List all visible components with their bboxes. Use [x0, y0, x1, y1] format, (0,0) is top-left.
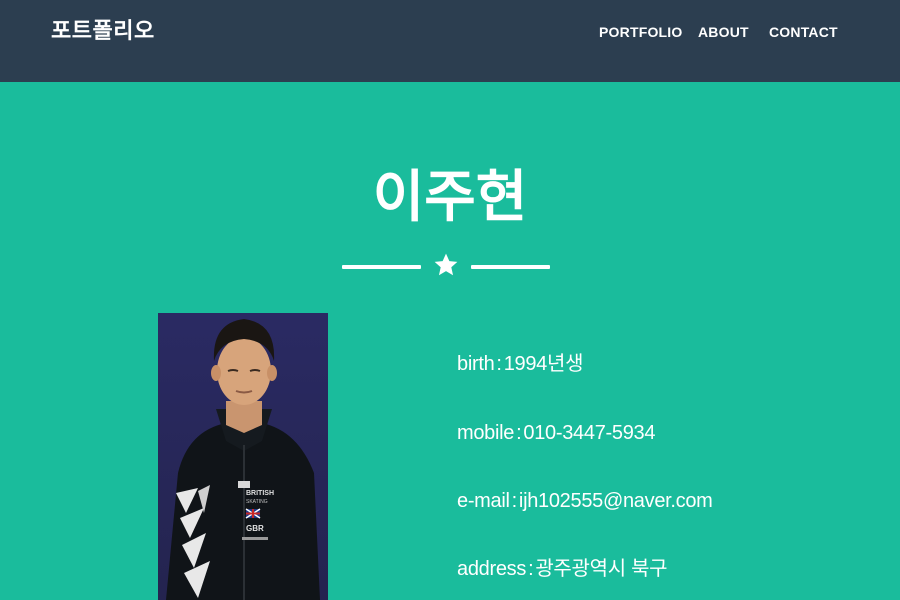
nav-link-about[interactable]: ABOUT: [698, 23, 749, 41]
jacket-text-1: BRITISH: [246, 490, 274, 497]
info-address-value: 광주광역시 북구: [535, 558, 668, 580]
top-navbar: 포트폴리오 PORTFOLIO ABOUT CONTACT: [0, 0, 900, 82]
info-email: e-mail: ijh102555@naver.com: [457, 490, 713, 512]
nav-link-contact[interactable]: CONTACT: [769, 23, 838, 41]
info-address: address: 광주광역시 북구: [457, 558, 668, 580]
info-birth-value: 1994년생: [503, 353, 584, 375]
nav-link-portfolio[interactable]: PORTFOLIO: [599, 23, 682, 41]
divider-line-left: [342, 265, 421, 269]
page-title: 이주현: [372, 165, 528, 230]
star-icon: [434, 253, 458, 276]
jacket-text-2: SKATING: [246, 499, 268, 505]
divider-line-right: [471, 265, 550, 269]
profile-photo: BRITISH SKATING GBR: [158, 313, 328, 600]
masthead: 이주현 BRITISH SKATING GBR birth: 1994년생 m…: [0, 82, 900, 600]
brand-logo[interactable]: 포트폴리오: [51, 16, 155, 48]
info-birth: birth:1994년생: [457, 353, 584, 375]
info-mobile-value: 010-3447-5934: [523, 422, 656, 444]
info-mobile-label: mobile: [457, 422, 515, 444]
info-email-label: e-mail: [457, 490, 510, 512]
info-mobile: mobile:010-3447-5934: [457, 422, 656, 444]
info-email-value: ijh102555@naver.com: [518, 490, 713, 512]
info-birth-label: birth: [457, 353, 495, 375]
jacket-text-3: GBR: [246, 524, 264, 533]
info-address-label: address: [457, 558, 527, 580]
